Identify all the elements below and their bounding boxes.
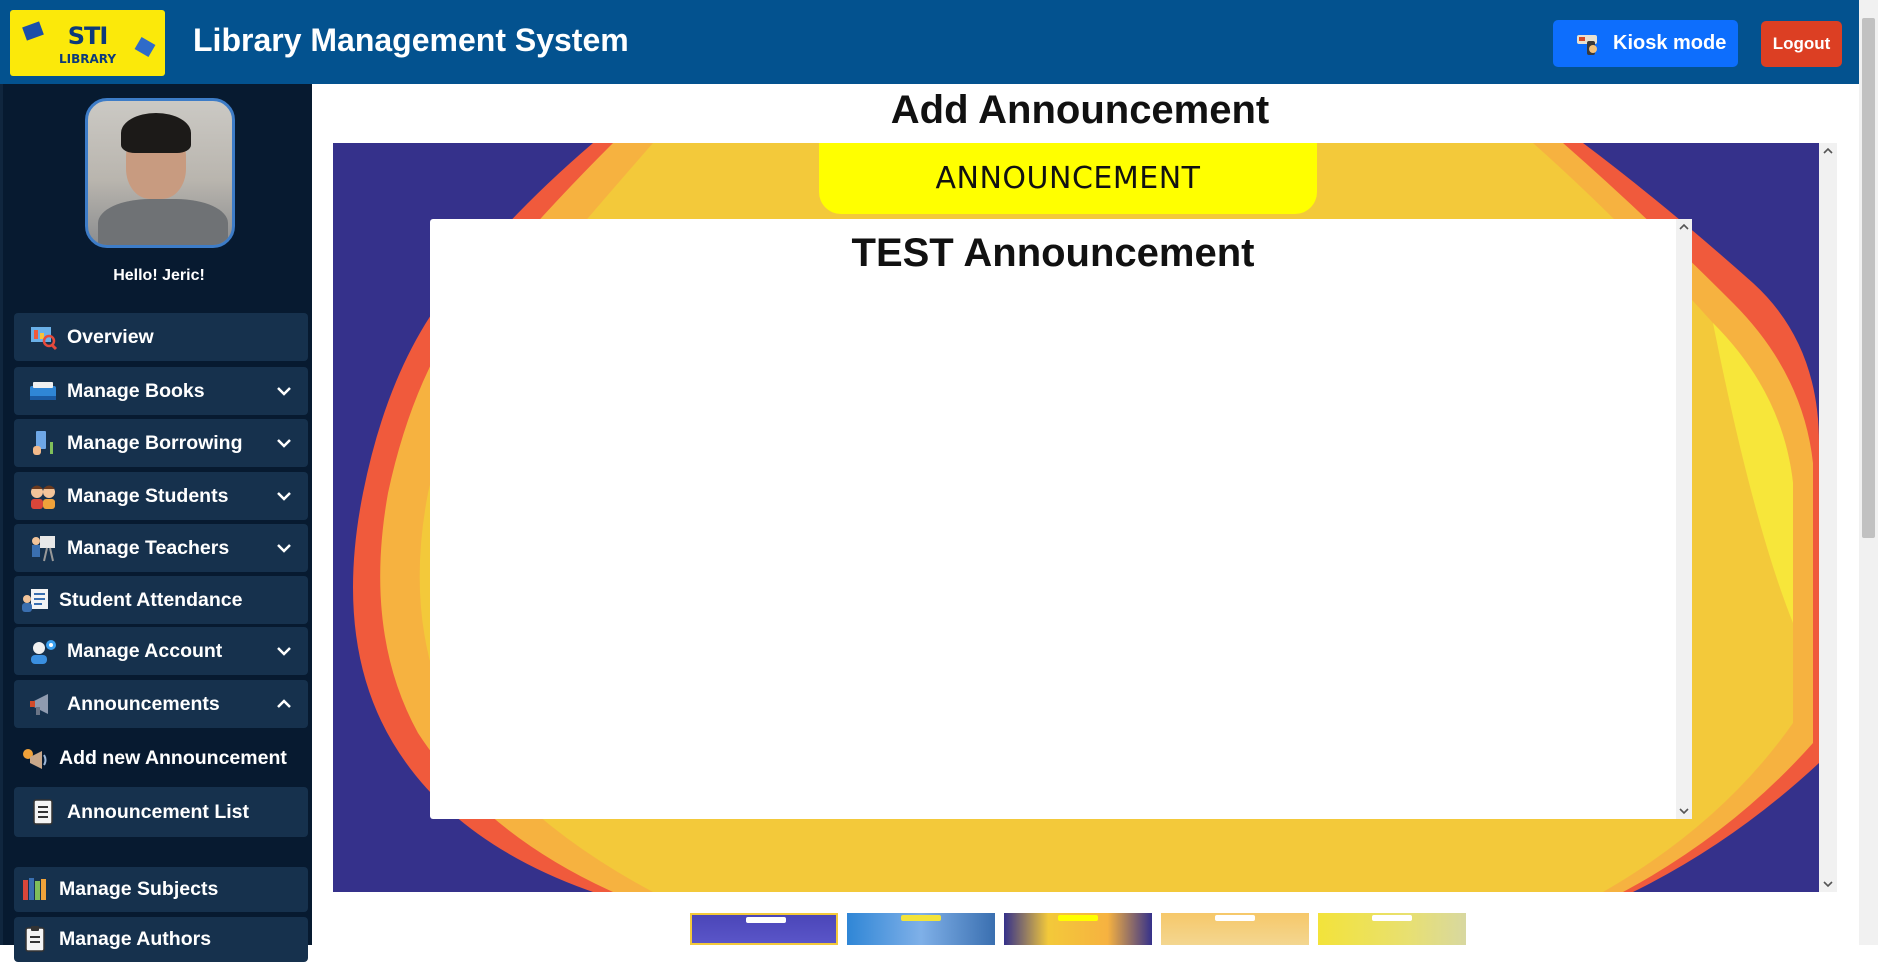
- top-navbar: STI LIBRARY Library Management System Ki…: [0, 0, 1878, 84]
- logout-button[interactable]: Logout: [1761, 21, 1842, 67]
- sidebar-item-add-new-announcement[interactable]: Add new Announcement: [14, 733, 308, 783]
- sidebar-item-label: Add new Announcement: [59, 746, 287, 769]
- borrowing-icon: [28, 428, 58, 458]
- template-thumbnail-2[interactable]: [847, 913, 995, 945]
- attendance-icon: [20, 585, 50, 615]
- sidebar-item-label: Manage Students: [67, 484, 229, 507]
- template-thumbnail-1[interactable]: [690, 913, 838, 945]
- sidebar-item-manage-account[interactable]: Manage Account: [14, 627, 308, 675]
- preview-scrollbar[interactable]: [1819, 143, 1837, 892]
- add-announcement-icon: [23, 749, 47, 769]
- list-icon: [28, 797, 58, 827]
- sidebar-item-label: Manage Books: [67, 379, 205, 402]
- avatar: [85, 98, 235, 248]
- template-thumbnail-5[interactable]: [1318, 913, 1466, 945]
- sidebar-item-manage-subjects[interactable]: Manage Subjects: [14, 865, 308, 913]
- kiosk-mode-label: Kiosk mode: [1613, 32, 1727, 54]
- sidebar-item-manage-teachers[interactable]: Manage Teachers: [14, 524, 308, 572]
- sidebar-item-label: Announcement List: [67, 800, 250, 823]
- books-icon: [28, 376, 58, 406]
- sidebar-item-announcement-list[interactable]: Announcement List: [14, 787, 308, 837]
- template-thumbnail-4[interactable]: [1161, 913, 1309, 945]
- template-thumbnail-3[interactable]: [1004, 913, 1152, 945]
- chevron-down-icon: [277, 647, 291, 656]
- announcement-title: TEST Announcement: [851, 231, 1255, 275]
- students-icon: [28, 481, 58, 511]
- sidebar-item-student-attendance[interactable]: Student Attendance: [14, 576, 308, 624]
- chevron-up-icon: [277, 699, 291, 708]
- scroll-down-icon[interactable]: [1823, 879, 1833, 889]
- chevron-down-icon: [277, 387, 291, 396]
- page-scrollbar-thumb[interactable]: [1862, 18, 1875, 538]
- barcode-scanner-icon: [1577, 34, 1597, 55]
- sidebar-item-manage-borrowing[interactable]: Manage Borrowing: [14, 419, 308, 467]
- sidebar-item-label: Manage Teachers: [67, 536, 230, 559]
- scroll-down-icon[interactable]: [1679, 806, 1689, 816]
- logo-text-line1: STI: [67, 22, 109, 50]
- scroll-up-icon[interactable]: [1823, 146, 1833, 156]
- sidebar-item-announcements[interactable]: Announcements: [14, 680, 308, 728]
- megaphone-icon: [28, 689, 58, 719]
- teachers-icon: [28, 533, 58, 563]
- chevron-down-icon: [277, 544, 291, 553]
- overview-icon: [28, 322, 58, 352]
- sidebar-item-label: Manage Authors: [59, 927, 212, 950]
- authors-icon: [25, 926, 45, 952]
- sidebar-item-label: Announcements: [67, 692, 220, 715]
- sidebar-item-label: Overview: [67, 325, 154, 348]
- card-scrollbar[interactable]: [1676, 219, 1692, 819]
- announcement-preview: ANNOUNCEMENT TEST Announcement: [333, 143, 1819, 892]
- subjects-icon: [23, 878, 46, 900]
- chevron-down-icon: [277, 492, 291, 501]
- sidebar-item-label: Manage Subjects: [59, 877, 219, 900]
- kiosk-mode-button[interactable]: Kiosk mode: [1553, 20, 1738, 67]
- user-greeting: Hello! Jeric!: [113, 267, 205, 284]
- scroll-up-icon[interactable]: [1679, 222, 1689, 232]
- sidebar-item-manage-students[interactable]: Manage Students: [14, 472, 308, 520]
- sidebar-item-label: Manage Borrowing: [67, 431, 243, 454]
- sidebar-item-manage-books[interactable]: Manage Books: [14, 367, 308, 415]
- app-title: Library Management System: [193, 22, 629, 58]
- sidebar-item-label: Manage Account: [67, 639, 223, 662]
- page-title: Add Announcement: [890, 88, 1270, 132]
- page-scrollbar[interactable]: [1859, 0, 1878, 945]
- sti-library-logo[interactable]: STI LIBRARY: [10, 10, 165, 76]
- account-icon: [28, 636, 58, 666]
- logo-text-line2: LIBRARY: [58, 52, 117, 66]
- sidebar: Hello! Jeric! Overview Manage Books Mana…: [0, 84, 312, 962]
- sidebar-item-overview[interactable]: Overview: [14, 313, 308, 361]
- announcement-banner-label: ANNOUNCEMENT: [819, 143, 1317, 214]
- sidebar-item-label: Student Attendance: [59, 588, 243, 611]
- sidebar-item-manage-authors[interactable]: Manage Authors: [14, 915, 308, 963]
- announcement-content-card[interactable]: TEST Announcement: [430, 219, 1692, 819]
- chevron-down-icon: [277, 439, 291, 448]
